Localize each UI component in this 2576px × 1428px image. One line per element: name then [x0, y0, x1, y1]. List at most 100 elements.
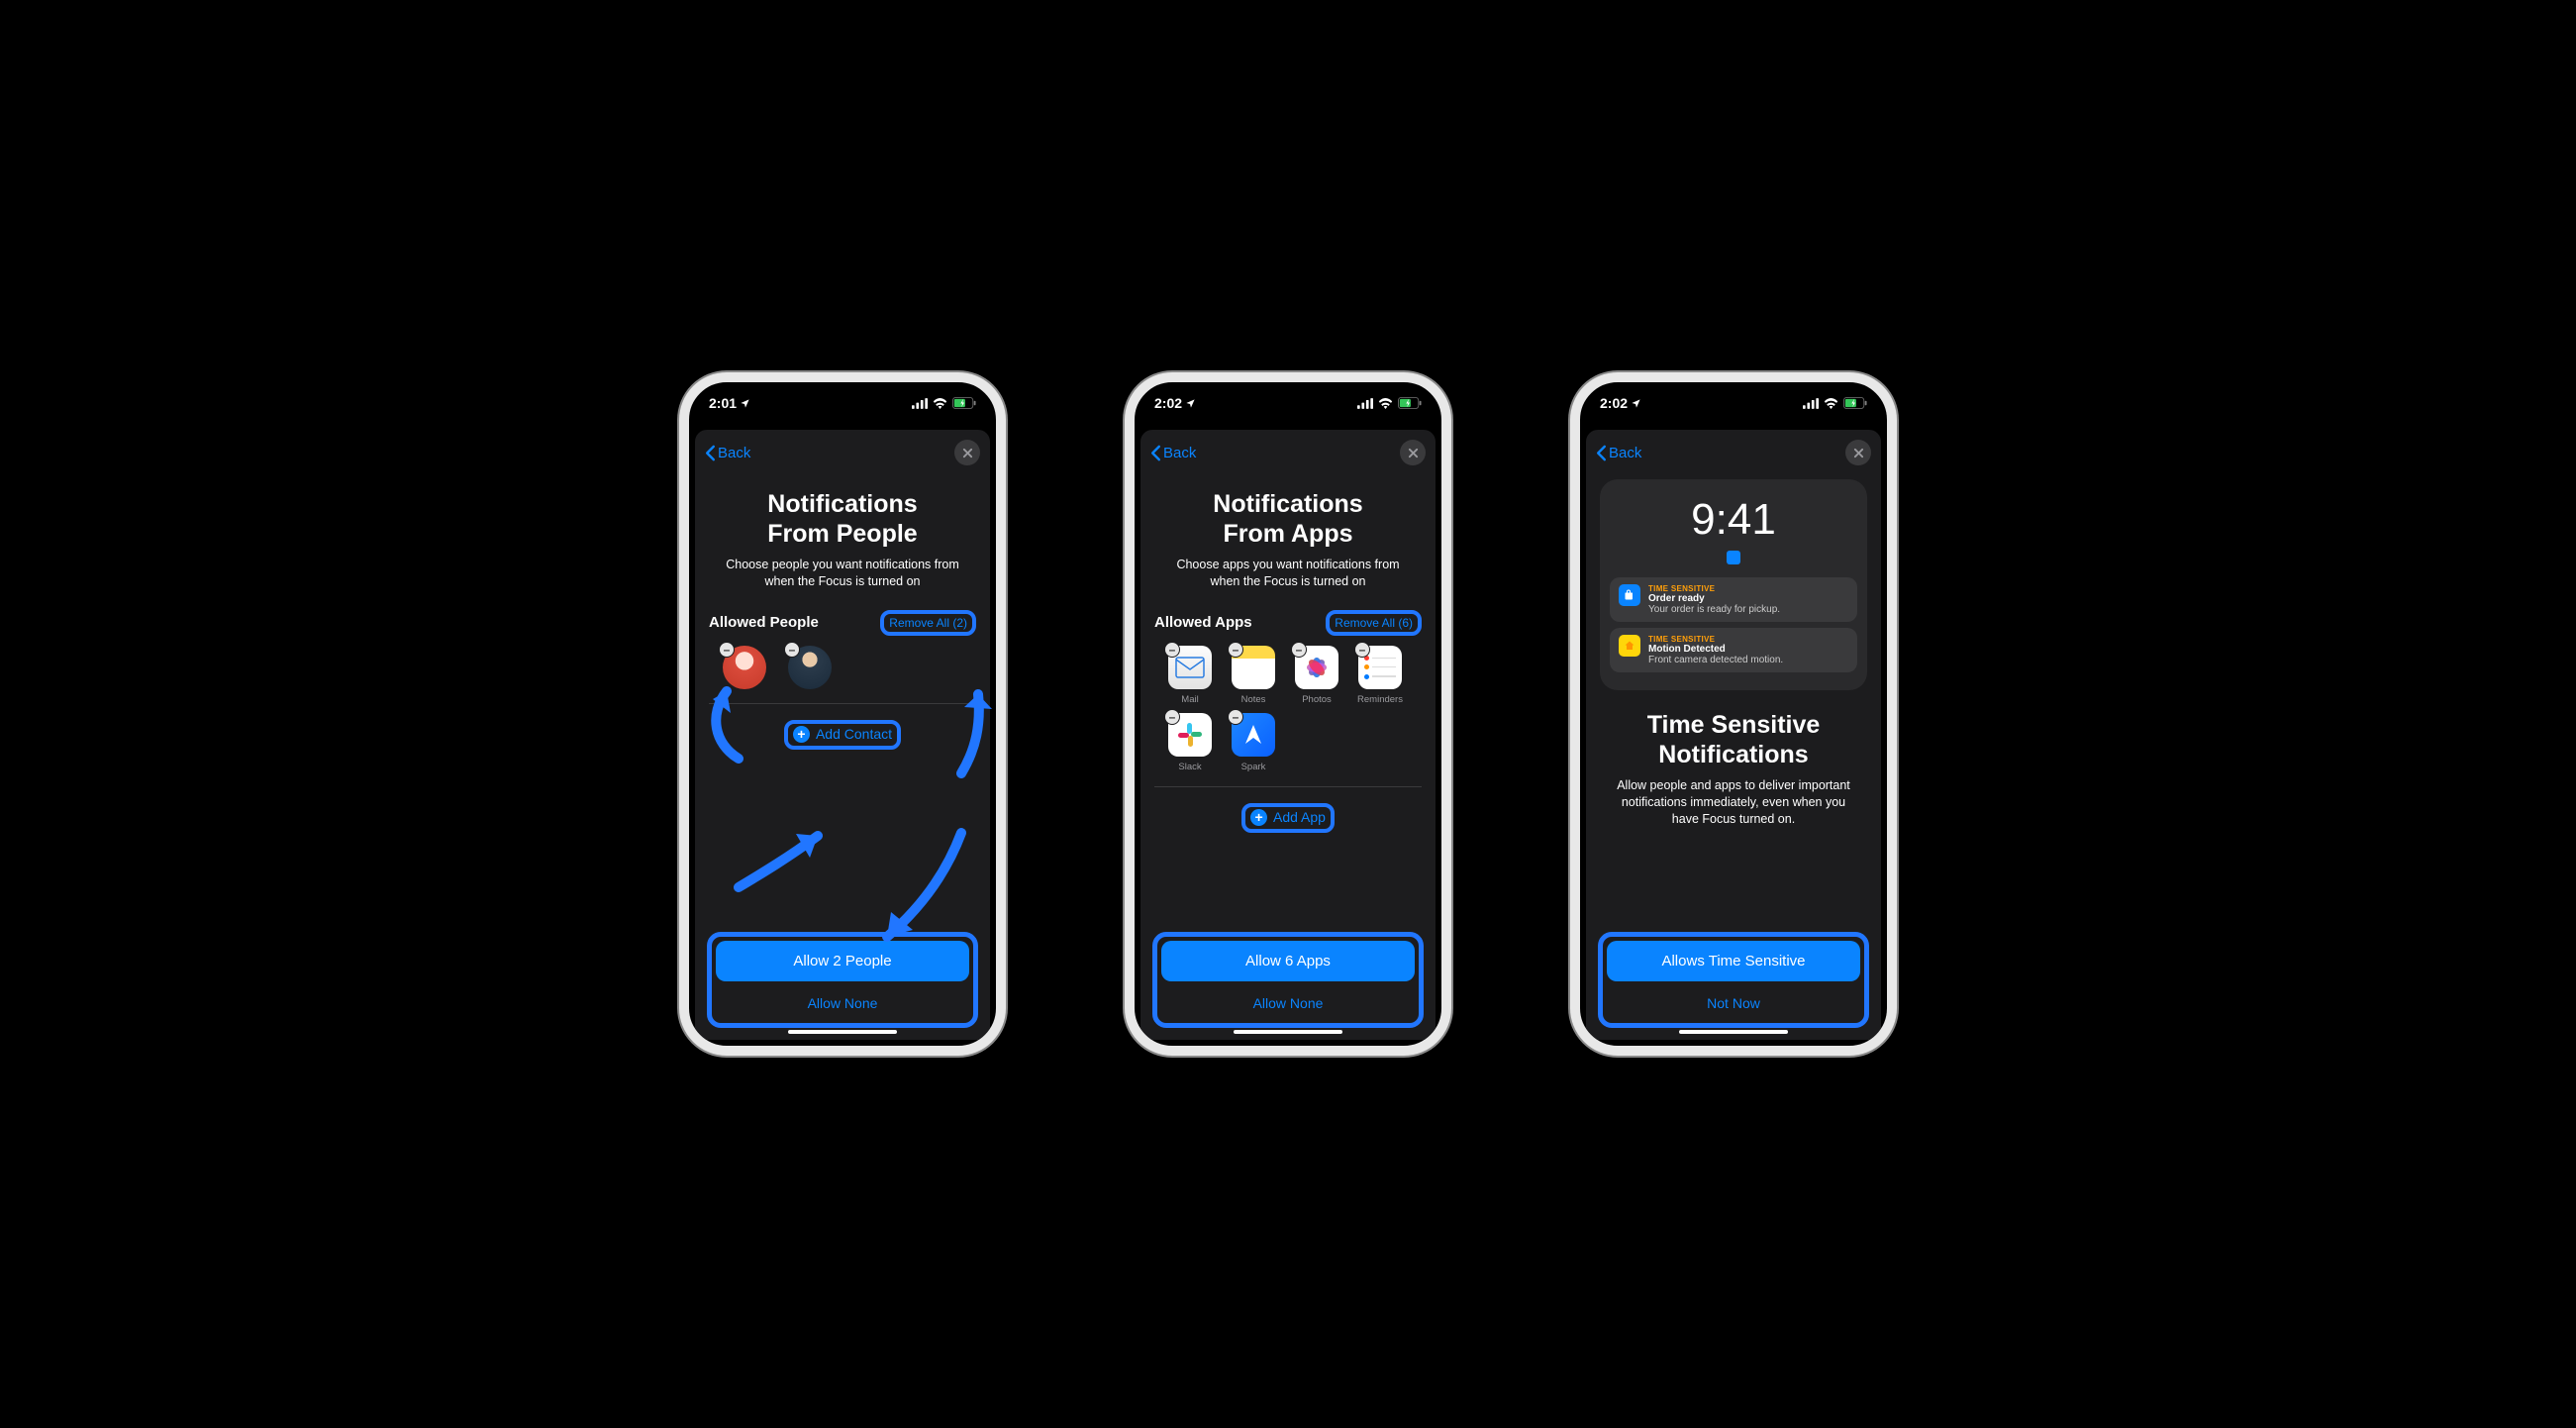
battery-icon: [952, 397, 976, 409]
allow-none-button[interactable]: Allow None: [1161, 987, 1415, 1019]
location-icon: [1185, 398, 1196, 409]
close-icon: [1853, 448, 1864, 459]
bag-icon: [1619, 584, 1640, 606]
status-time: 2:02: [1600, 395, 1628, 411]
back-label: Back: [1609, 445, 1641, 461]
battery-icon: [1398, 397, 1422, 409]
cellular-icon: [1803, 398, 1819, 409]
plus-icon: +: [793, 726, 810, 743]
add-contact-label: Add Contact: [816, 726, 892, 742]
section-label-allowed-people: Allowed People: [709, 614, 819, 631]
arrow-icon: [729, 818, 838, 897]
notch: [1659, 382, 1808, 406]
app-icon-spark: –: [1232, 713, 1275, 757]
page-title: NotificationsFrom Apps: [1140, 471, 1436, 557]
location-icon: [740, 398, 750, 409]
remove-badge-icon[interactable]: –: [1354, 642, 1370, 658]
close-icon: [1408, 448, 1419, 459]
page-subtitle: Choose people you want notifications fro…: [695, 557, 990, 610]
app-icon-slack: –: [1168, 713, 1212, 757]
page-title: Time SensitiveNotifications: [1586, 702, 1881, 777]
remove-badge-icon[interactable]: –: [719, 642, 735, 658]
highlight-remove-all: Remove All (6): [1326, 610, 1422, 636]
status-time: 2:01: [709, 395, 737, 411]
notif-title: Motion Detected: [1648, 644, 1848, 655]
notification-preview: TIME SENSITIVE Motion Detected Front cam…: [1610, 628, 1857, 672]
battery-icon: [1843, 397, 1867, 409]
add-contact-button[interactable]: + Add Contact: [793, 726, 892, 743]
app-icon-photos: –: [1295, 646, 1338, 689]
wifi-icon: [1378, 398, 1393, 409]
remove-badge-icon[interactable]: –: [1164, 709, 1180, 725]
app-item-notes[interactable]: – Notes: [1228, 646, 1279, 705]
allow-apps-button[interactable]: Allow 6 Apps: [1161, 941, 1415, 981]
allow-none-button[interactable]: Allow None: [716, 987, 969, 1019]
phone-3: 2:02 Back 9:41: [1570, 372, 1897, 1056]
status-time: 2:02: [1154, 395, 1182, 411]
close-button[interactable]: [1845, 440, 1871, 465]
remove-all-button[interactable]: Remove All (2): [889, 616, 967, 630]
phone-1: 2:01 Back NotificationsFrom People Choos…: [679, 372, 1006, 1056]
add-app-label: Add App: [1273, 809, 1326, 825]
allows-time-sensitive-button[interactable]: Allows Time Sensitive: [1607, 941, 1860, 981]
app-icon-notes: –: [1232, 646, 1275, 689]
app-label: Mail: [1181, 694, 1198, 705]
modal-time-sensitive: Back 9:41 TIME SENSITIVE Order ready You…: [1586, 430, 1881, 1040]
preview-time: 9:41: [1610, 495, 1857, 545]
app-icon-reminders: –: [1358, 646, 1402, 689]
app-item-spark[interactable]: – Spark: [1228, 713, 1279, 772]
notif-tag: TIME SENSITIVE: [1648, 584, 1848, 593]
app-label: Notes: [1241, 694, 1266, 705]
app-item-mail[interactable]: – Mail: [1164, 646, 1216, 705]
home-indicator[interactable]: [1679, 1030, 1788, 1034]
app-label: Photos: [1302, 694, 1332, 705]
section-label-allowed-apps: Allowed Apps: [1154, 614, 1252, 631]
close-icon: [962, 448, 973, 459]
cellular-icon: [1357, 398, 1373, 409]
home-indicator[interactable]: [1234, 1030, 1342, 1034]
arrow-icon: [699, 679, 768, 768]
wifi-icon: [933, 398, 947, 409]
notch: [1214, 382, 1362, 406]
app-item-reminders[interactable]: – Reminders: [1354, 646, 1406, 705]
back-button[interactable]: Back: [1150, 445, 1196, 461]
back-button[interactable]: Back: [1596, 445, 1641, 461]
back-button[interactable]: Back: [705, 445, 750, 461]
time-sensitive-preview: 9:41 TIME SENSITIVE Order ready Your ord…: [1600, 479, 1867, 690]
remove-badge-icon[interactable]: –: [1164, 642, 1180, 658]
arrow-icon: [946, 679, 1006, 778]
not-now-button[interactable]: Not Now: [1607, 987, 1860, 1019]
notif-title: Order ready: [1648, 593, 1848, 604]
remove-badge-icon[interactable]: –: [784, 642, 800, 658]
person-item[interactable]: –: [784, 646, 836, 689]
cellular-icon: [912, 398, 928, 409]
notif-body: Your order is ready for pickup.: [1648, 604, 1848, 615]
page-subtitle: Choose apps you want notifications from …: [1140, 557, 1436, 610]
remove-badge-icon[interactable]: –: [1228, 709, 1243, 725]
highlight-remove-all: Remove All (2): [880, 610, 976, 636]
close-button[interactable]: [1400, 440, 1426, 465]
home-icon: [1619, 635, 1640, 657]
app-label: Slack: [1178, 762, 1201, 772]
remove-all-button[interactable]: Remove All (6): [1335, 616, 1413, 630]
allowed-apps-row: – Mail – Notes – Photos –: [1154, 646, 1422, 787]
app-item-photos[interactable]: – Photos: [1291, 646, 1342, 705]
highlight-add-app: + Add App: [1241, 803, 1335, 834]
location-icon: [1631, 398, 1641, 409]
app-item-slack[interactable]: – Slack: [1164, 713, 1216, 772]
home-indicator[interactable]: [788, 1030, 897, 1034]
wifi-icon: [1824, 398, 1838, 409]
highlight-bottom-buttons: Allow 6 Apps Allow None: [1152, 932, 1424, 1028]
highlight-add-contact: + Add Contact: [784, 720, 901, 751]
notch: [768, 382, 917, 406]
close-button[interactable]: [954, 440, 980, 465]
notification-preview: TIME SENSITIVE Order ready Your order is…: [1610, 577, 1857, 622]
remove-badge-icon[interactable]: –: [1228, 642, 1243, 658]
add-app-button[interactable]: + Add App: [1250, 809, 1326, 826]
focus-badge-icon: [1727, 551, 1740, 564]
notif-tag: TIME SENSITIVE: [1648, 635, 1848, 644]
back-label: Back: [718, 445, 750, 461]
plus-icon: +: [1250, 809, 1267, 826]
remove-badge-icon[interactable]: –: [1291, 642, 1307, 658]
arrow-icon: [867, 823, 976, 952]
